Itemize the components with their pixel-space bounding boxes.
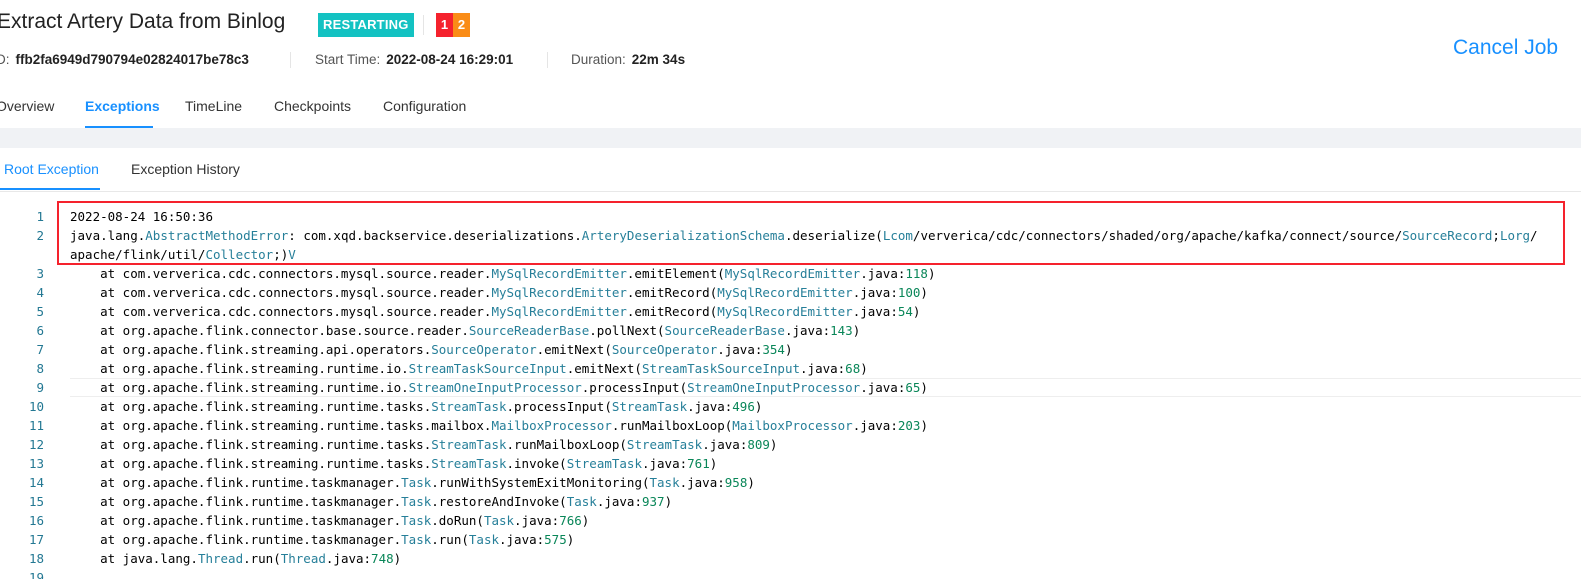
start-time: Start Time: 2022-08-24 16:29:01 xyxy=(315,52,513,67)
code-line: 3 at com.ververica.cdc.connectors.mysql.… xyxy=(0,264,1581,283)
line-number: 6 xyxy=(36,323,44,338)
line-text: at org.apache.flink.runtime.taskmanager.… xyxy=(70,532,575,547)
code-line: 10 at org.apache.flink.streaming.runtime… xyxy=(0,397,1581,416)
restarting-count-badge: 2 xyxy=(453,13,470,37)
tab-exceptions[interactable]: Exceptions xyxy=(85,98,160,114)
line-text: at org.apache.flink.streaming.runtime.ta… xyxy=(70,437,778,452)
section-divider xyxy=(0,128,1581,148)
divider xyxy=(547,52,548,68)
code-line: 16 at org.apache.flink.runtime.taskmanag… xyxy=(0,511,1581,530)
line-text: at org.apache.flink.streaming.runtime.ta… xyxy=(70,456,718,471)
line-text: at org.apache.flink.runtime.taskmanager.… xyxy=(70,513,590,528)
line-number: 18 xyxy=(28,551,44,566)
line-number: 14 xyxy=(28,475,44,490)
line-number: 11 xyxy=(28,418,44,433)
line-number: 19 xyxy=(28,570,44,579)
code-line: 18 at java.lang.Thread.run(Thread.java:7… xyxy=(0,549,1581,568)
code-line: 11 at org.apache.flink.streaming.runtime… xyxy=(0,416,1581,435)
line-number: 4 xyxy=(36,285,44,300)
status-badge: RESTARTING xyxy=(318,13,414,37)
line-number: 3 xyxy=(36,266,44,281)
line-text: at org.apache.flink.streaming.runtime.ta… xyxy=(70,418,928,433)
job-id-label: D: xyxy=(0,52,10,67)
code-line: 9 at org.apache.flink.streaming.runtime.… xyxy=(0,378,1581,397)
line-text: at org.apache.flink.streaming.runtime.ta… xyxy=(70,399,763,414)
job-header: Extract Artery Data from Binlog RESTARTI… xyxy=(0,0,1581,128)
code-line: 14 at org.apache.flink.runtime.taskmanag… xyxy=(0,473,1581,492)
line-number: 2 xyxy=(36,228,44,243)
code-line: 19 xyxy=(0,568,1581,579)
subtab-exception-history[interactable]: Exception History xyxy=(131,161,240,177)
code-line: 12 at org.apache.flink.streaming.runtime… xyxy=(0,435,1581,454)
line-number: 8 xyxy=(36,361,44,376)
code-line: 4 at com.ververica.cdc.connectors.mysql.… xyxy=(0,283,1581,302)
code-line: 15 at org.apache.flink.runtime.taskmanag… xyxy=(0,492,1581,511)
line-number: 9 xyxy=(36,380,44,395)
line-number: 10 xyxy=(28,399,44,414)
start-time-value: 2022-08-24 16:29:01 xyxy=(386,52,514,67)
line-text: at org.apache.flink.streaming.api.operat… xyxy=(70,342,793,357)
tab-timeline[interactable]: TimeLine xyxy=(185,98,242,114)
code-line: 17 at org.apache.flink.runtime.taskmanag… xyxy=(0,530,1581,549)
code-line: 7 at org.apache.flink.streaming.api.oper… xyxy=(0,340,1581,359)
tab-overview[interactable]: Overview xyxy=(0,98,54,114)
cancel-job-button[interactable]: Cancel Job xyxy=(1453,36,1558,60)
line-number: 16 xyxy=(28,513,44,528)
line-number: 12 xyxy=(28,437,44,452)
tab-configuration[interactable]: Configuration xyxy=(383,98,466,114)
tab-checkpoints[interactable]: Checkpoints xyxy=(274,98,351,114)
line-text: at com.ververica.cdc.connectors.mysql.so… xyxy=(70,304,921,319)
line-number: 7 xyxy=(36,342,44,357)
highlight-annotation-box xyxy=(57,201,1565,265)
start-time-label: Start Time: xyxy=(315,52,381,67)
line-number: 13 xyxy=(28,456,44,471)
job-id-value: ffb2fa6949d790794e02824017be78c3 xyxy=(15,52,249,67)
subtab-root-exception[interactable]: Root Exception xyxy=(4,161,99,177)
duration: Duration: 22m 34s xyxy=(571,52,685,67)
line-text: at org.apache.flink.connector.base.sourc… xyxy=(70,323,861,338)
line-text: at java.lang.Thread.run(Thread.java:748) xyxy=(70,551,402,566)
line-text: at org.apache.flink.runtime.taskmanager.… xyxy=(70,494,673,509)
job-id: D: ffb2fa6949d790794e02824017be78c3 xyxy=(0,52,249,67)
line-text: at org.apache.flink.streaming.runtime.io… xyxy=(70,361,868,376)
line-number: 5 xyxy=(36,304,44,319)
exception-subtabs: Root Exception Exception History xyxy=(0,148,1581,192)
divider xyxy=(423,15,424,35)
line-text: at com.ververica.cdc.connectors.mysql.so… xyxy=(70,266,936,281)
line-number: 1 xyxy=(36,209,44,224)
code-line: 6 at org.apache.flink.connector.base.sou… xyxy=(0,321,1581,340)
duration-value: 22m 34s xyxy=(631,52,686,67)
line-number: 15 xyxy=(28,494,44,509)
failed-count-badge: 1 xyxy=(436,13,453,37)
divider xyxy=(290,52,291,68)
code-line: 8 at org.apache.flink.streaming.runtime.… xyxy=(0,359,1581,378)
code-line: 13 at org.apache.flink.streaming.runtime… xyxy=(0,454,1581,473)
line-text: at org.apache.flink.streaming.runtime.io… xyxy=(70,380,928,395)
line-text: at com.ververica.cdc.connectors.mysql.so… xyxy=(70,285,928,300)
job-title: Extract Artery Data from Binlog xyxy=(0,10,286,33)
line-text: at org.apache.flink.runtime.taskmanager.… xyxy=(70,475,755,490)
job-tabs: Overview Exceptions TimeLine Checkpoints… xyxy=(0,90,1581,128)
code-line: 5 at com.ververica.cdc.connectors.mysql.… xyxy=(0,302,1581,321)
line-number: 17 xyxy=(28,532,44,547)
active-subtab-indicator xyxy=(0,188,100,190)
duration-label: Duration: xyxy=(571,52,626,67)
